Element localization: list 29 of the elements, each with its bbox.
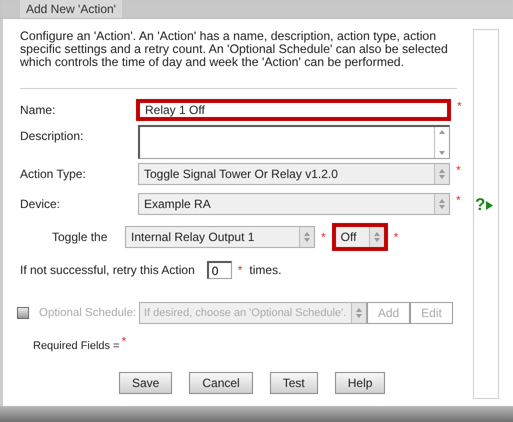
required-mark: *	[321, 230, 326, 244]
field-label: If not successful, retry this Action	[20, 263, 195, 277]
field-label: Name:	[20, 102, 56, 117]
required-mark: *	[456, 163, 461, 177]
required-mark: *	[394, 230, 398, 244]
required-note: Required Fields =	[33, 340, 120, 352]
field-label: Action Type:	[20, 166, 87, 181]
required-mark: *	[457, 99, 462, 113]
dropdown[interactable]: Internal Relay Output 1	[125, 226, 315, 248]
window-title: Add New 'Action'	[20, 0, 122, 18]
field-label: Optional Schedule:	[39, 307, 138, 319]
intro-text: Configure an 'Action'. An 'Action' has a name, description, action type, action specific settings and a retry count. An 'Optional Schedule' can also be selected which controls the time of day and week the 'Action' can be performed.	[20, 30, 449, 69]
required-mark: *	[456, 193, 461, 207]
dropdown[interactable]: Off	[332, 223, 388, 251]
retry-field[interactable]: 0	[206, 261, 232, 279]
dialog-button[interactable]: Test	[270, 372, 318, 394]
dropdown[interactable]: Example RA	[138, 193, 450, 215]
field-label: Description:	[20, 128, 84, 143]
field-label: times.	[249, 263, 282, 277]
field-label: Toggle the	[51, 230, 108, 244]
dialog-button[interactable]: Help	[334, 372, 386, 394]
dropdown[interactable]: Toggle Signal Tower Or Relay v1.2.0	[138, 163, 450, 185]
dialog-button[interactable]: Save	[119, 372, 172, 394]
required-mark: *	[122, 334, 126, 348]
text-field[interactable]: Relay 1 Off	[136, 99, 451, 121]
required-mark: *	[238, 263, 242, 277]
text-area[interactable]	[138, 125, 450, 159]
dialog-button[interactable]: Cancel	[189, 372, 253, 394]
field-label: Device:	[20, 196, 62, 211]
